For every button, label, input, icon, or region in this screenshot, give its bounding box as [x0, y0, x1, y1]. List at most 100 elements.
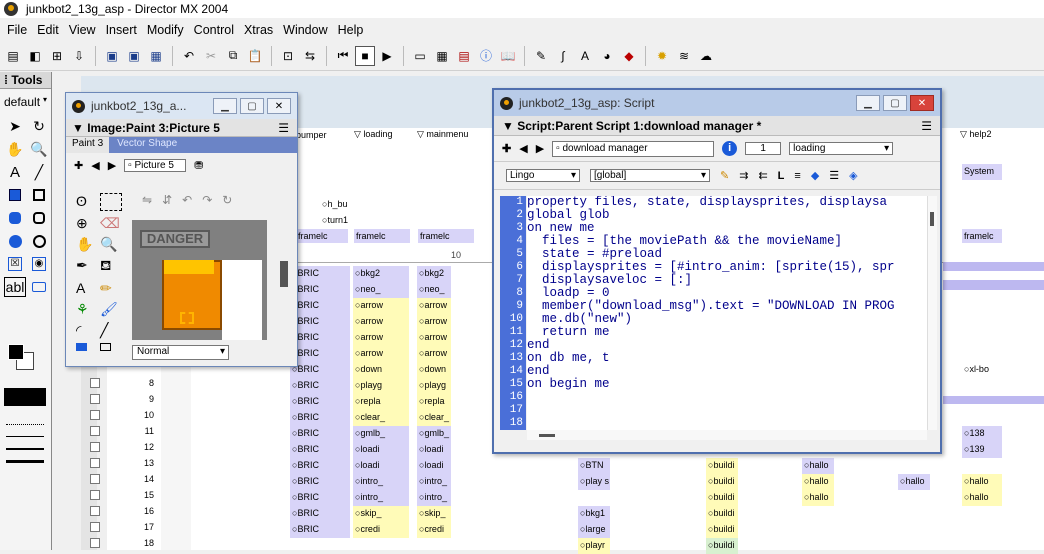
- menu-modify[interactable]: Modify: [142, 23, 189, 37]
- publish-icon[interactable]: ▦: [146, 46, 166, 66]
- line-width-dotted[interactable]: [6, 424, 44, 425]
- sprite-cell[interactable]: ○hallo: [962, 490, 1002, 506]
- tools-mode-select[interactable]: default ▾: [0, 89, 51, 113]
- sprite-cell[interactable]: ○loadi: [353, 458, 409, 474]
- pattern-chip[interactable]: [4, 388, 46, 406]
- cut-icon[interactable]: ✂: [201, 46, 221, 66]
- close-button[interactable]: ✕: [910, 95, 934, 111]
- sprite-cell[interactable]: ○intro_: [353, 474, 409, 490]
- save-all-icon[interactable]: ▣: [124, 46, 144, 66]
- sprite-cell[interactable]: ○arrow: [353, 346, 409, 362]
- open-icon[interactable]: ⊞: [47, 46, 67, 66]
- paint-window-titlebar[interactable]: junkbot2_13g_a... ▁ ▢ ✕: [66, 93, 297, 119]
- sprite-cell[interactable]: ○BRIC: [290, 522, 350, 538]
- script-window-titlebar[interactable]: junkbot2_13g_asp: Script ▁ ▢ ✕: [494, 90, 940, 116]
- sprite-cell[interactable]: ○playg: [417, 378, 451, 394]
- sprite-cell[interactable]: ○repla: [417, 394, 451, 410]
- paint-window-icon[interactable]: ✎: [531, 46, 551, 66]
- debugger-icon[interactable]: ◈: [849, 169, 857, 182]
- line-tool-icon[interactable]: ╱: [100, 322, 122, 339]
- cast-number-field[interactable]: 1: [745, 142, 782, 155]
- sprite-cell[interactable]: ○138: [962, 426, 1002, 442]
- hand-tool-icon[interactable]: ✋: [4, 139, 26, 159]
- sprite-cell[interactable]: ○arrow: [417, 346, 451, 362]
- arc-tool-icon[interactable]: ◜: [76, 322, 98, 339]
- sprite-cell[interactable]: ○arrow: [353, 314, 409, 330]
- scripting-xtras-icon[interactable]: ☰: [829, 169, 839, 182]
- text-tool-icon[interactable]: A: [4, 162, 26, 182]
- sprite-cell[interactable]: ○bkg1: [578, 506, 610, 522]
- rotate-right-icon[interactable]: ↷: [202, 193, 212, 215]
- script-editor[interactable]: property files, state, displaysprites, d…: [527, 196, 927, 430]
- sprite-cell[interactable]: ○buildi: [706, 490, 738, 506]
- button-tool-icon[interactable]: [28, 277, 50, 297]
- menu-view[interactable]: View: [64, 23, 101, 37]
- sprite-cell[interactable]: ○down: [417, 362, 451, 378]
- sprite-cell[interactable]: ○neo_: [417, 282, 451, 298]
- free-rotate-icon[interactable]: ↻: [222, 193, 232, 215]
- paint-bucket-icon[interactable]: ⛾: [100, 257, 122, 276]
- new-script-icon[interactable]: ✚: [502, 142, 511, 155]
- sprite-cell[interactable]: framelc: [296, 229, 348, 243]
- paste-icon[interactable]: 📋: [245, 46, 265, 66]
- sprite-cell[interactable]: ○hallo: [898, 474, 930, 490]
- sprite-cell[interactable]: ○hallo: [802, 490, 834, 506]
- sprite-cell[interactable]: ○turn1: [320, 213, 356, 227]
- sprite-cell[interactable]: ○arrow: [417, 314, 451, 330]
- uncomment-icon[interactable]: ⇇: [758, 169, 767, 182]
- info-icon[interactable]: i: [722, 141, 738, 156]
- marker-mainmenu[interactable]: ▽ mainmenu: [417, 129, 468, 140]
- sprite-cell[interactable]: ○bkg2: [353, 266, 409, 282]
- find-icon[interactable]: ⊡: [278, 46, 298, 66]
- script-vertical-scrollbar[interactable]: [927, 196, 937, 430]
- sprite-cell[interactable]: ○BRIC: [290, 330, 350, 346]
- sprite-cell[interactable]: ○BRIC: [290, 442, 350, 458]
- line-width-1[interactable]: [6, 436, 44, 437]
- minimize-button[interactable]: ▁: [213, 98, 237, 114]
- hand-tool-icon[interactable]: ✋: [76, 236, 98, 253]
- sprite-cell[interactable]: ○large: [578, 522, 610, 538]
- sprite-cell[interactable]: ○gmlb_: [417, 426, 451, 442]
- menu-file[interactable]: File: [2, 23, 32, 37]
- sprite-cell[interactable]: ○BRIC: [290, 362, 350, 378]
- new-member-icon[interactable]: ✚: [74, 159, 83, 172]
- 3d-lingo-icon[interactable]: ◆: [811, 169, 819, 182]
- tab-vector-shape[interactable]: Vector Shape: [109, 137, 185, 153]
- filled-rect-icon[interactable]: [4, 185, 26, 205]
- sprite-cell[interactable]: ○skip_: [353, 506, 409, 522]
- language-select[interactable]: Lingo ▾: [506, 169, 580, 182]
- sprite-cell[interactable]: ○xl-bo: [962, 362, 1002, 378]
- radio-tool-icon[interactable]: ◉: [28, 254, 50, 274]
- library-icon[interactable]: 📖: [498, 46, 518, 66]
- sprite-cell[interactable]: ○intro_: [417, 474, 451, 490]
- brush-tool-icon[interactable]: 🖌: [100, 301, 122, 318]
- next-script-icon[interactable]: ▶: [536, 142, 544, 155]
- script-horizontal-scrollbar[interactable]: [527, 430, 927, 440]
- filled-ellipse-icon[interactable]: [4, 231, 26, 251]
- sprite-cell[interactable]: ○hallo: [802, 458, 834, 474]
- play-icon[interactable]: ▶: [377, 46, 397, 66]
- paint-canvas[interactable]: DANGER: [132, 220, 267, 340]
- sprite-cell[interactable]: ○arrow: [353, 330, 409, 346]
- sprite-cell[interactable]: ○loadi: [417, 458, 451, 474]
- ink-select[interactable]: Normal ▾: [132, 345, 229, 360]
- property-inspector-icon[interactable]: ⓘ: [476, 46, 496, 66]
- roundrect-icon[interactable]: [28, 208, 50, 228]
- new-movie-icon[interactable]: ▤: [3, 46, 23, 66]
- stop-icon[interactable]: ■: [355, 45, 375, 66]
- filled-roundrect-icon[interactable]: [4, 208, 26, 228]
- line-tool-icon[interactable]: ╱: [28, 162, 50, 182]
- lasso-tool-icon[interactable]: ʘ: [76, 193, 98, 211]
- menu-help[interactable]: Help: [333, 23, 369, 37]
- ellipse-icon[interactable]: [28, 231, 50, 251]
- eraser-tool-icon[interactable]: ⌫: [100, 215, 122, 232]
- import-icon[interactable]: ⇩: [69, 46, 89, 66]
- sprite-cell[interactable]: ○BRIC: [290, 506, 350, 522]
- rotate-left-icon[interactable]: ↶: [182, 193, 192, 215]
- rewind-icon[interactable]: ⏮: [333, 46, 353, 66]
- sprite-cell[interactable]: ○h_bu: [320, 197, 356, 211]
- sprite-cell[interactable]: ○BRIC: [290, 346, 350, 362]
- sprite-cell[interactable]: ○repla: [353, 394, 409, 410]
- behavior-inspector-icon[interactable]: ◆: [619, 46, 639, 66]
- sprite-cell[interactable]: ○play s: [578, 474, 610, 490]
